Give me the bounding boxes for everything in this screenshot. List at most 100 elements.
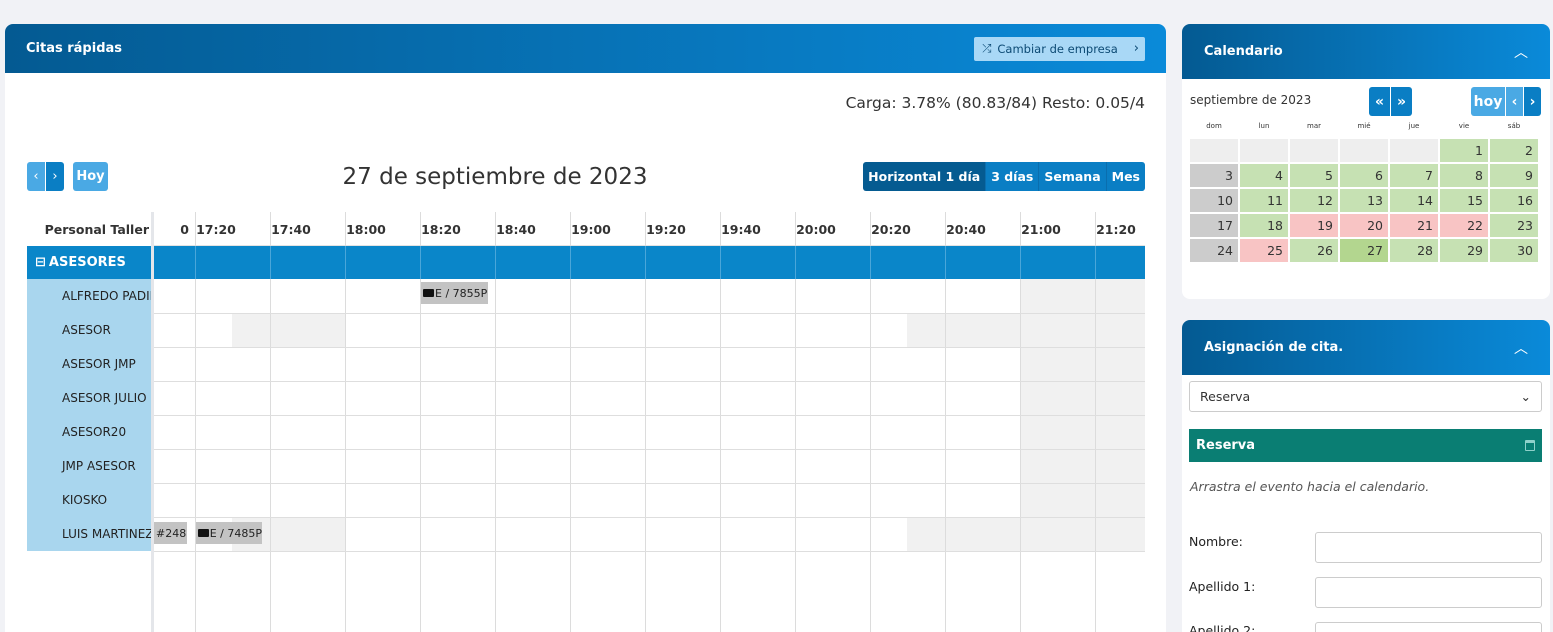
next-month-button[interactable]: ›: [1524, 87, 1541, 116]
grid-line: [495, 246, 496, 279]
row-line: [154, 313, 1145, 314]
calendar-day[interactable]: 4: [1239, 163, 1289, 188]
grid-line: [345, 246, 346, 279]
timeline-grid: Personal Taller ⊟ ASESORES ALFREDO PADIL…: [27, 212, 1145, 632]
calendar-day[interactable]: 17: [1189, 213, 1239, 238]
calendar-day[interactable]: 19: [1289, 213, 1339, 238]
calendar-day[interactable]: 10: [1189, 188, 1239, 213]
time-tick: 18:20: [421, 221, 461, 237]
chevron-up-icon[interactable]: ︿: [1514, 338, 1528, 358]
weekday: lun: [1258, 122, 1270, 130]
weekday-header: dom lun mar mié jue vie sáb: [1189, 122, 1539, 130]
calendar-day[interactable]: 13: [1339, 188, 1389, 213]
scheduler-title: Citas rápidas: [26, 41, 123, 56]
view-horizontal-day[interactable]: Horizontal 1 día: [863, 162, 986, 191]
view-3-days[interactable]: 3 días: [985, 162, 1039, 191]
resource-row: ASESOR JULIO: [27, 381, 151, 415]
row-line: [154, 415, 1145, 416]
calendar-day[interactable]: 7: [1389, 163, 1439, 188]
grid-line: [795, 246, 796, 279]
grid-line: [195, 246, 196, 279]
weekday: mié: [1357, 122, 1371, 130]
weekday: vie: [1458, 122, 1470, 130]
calendar-day[interactable]: 25: [1239, 238, 1289, 263]
grid-line: [420, 246, 421, 279]
calendar-day-empty: [1189, 138, 1239, 163]
resource-row: KIOSKO: [27, 483, 151, 517]
calendar-day[interactable]: 11: [1239, 188, 1289, 213]
calendar-day[interactable]: 6: [1339, 163, 1389, 188]
row-line: [154, 347, 1145, 348]
appointment-event[interactable]: E / 7485P: [196, 522, 262, 544]
collapse-icon[interactable]: ⊟: [35, 255, 46, 270]
calendar-day[interactable]: 23: [1489, 213, 1539, 238]
calendar-day[interactable]: 14: [1389, 188, 1439, 213]
draggable-reservation-event[interactable]: Reserva: [1189, 429, 1542, 462]
time-tick: 17:40: [271, 221, 311, 237]
prev-year-button[interactable]: «: [1369, 87, 1390, 116]
calendar-day[interactable]: 30: [1489, 238, 1539, 263]
calendar-day-today[interactable]: 27: [1339, 238, 1389, 263]
calendar-day[interactable]: 8: [1439, 163, 1489, 188]
calendar-day[interactable]: 15: [1439, 188, 1489, 213]
appointment-event[interactable]: #2485: [154, 522, 187, 544]
appointment-event[interactable]: E / 7855P: [421, 282, 488, 304]
calendar-day-empty: [1239, 138, 1289, 163]
last-name-2-input[interactable]: [1315, 622, 1542, 632]
next-year-button[interactable]: »: [1391, 87, 1412, 116]
grid-line: [1020, 246, 1021, 279]
calendar-day-empty: [1389, 138, 1439, 163]
weekday: dom: [1206, 122, 1222, 130]
calendar-toolbar: septiembre de 2023 « » hoy ‹ ›: [1182, 87, 1550, 119]
event-label: E / 7855P: [435, 286, 488, 300]
event-label: #2485: [156, 526, 187, 540]
calendar-day[interactable]: 3: [1189, 163, 1239, 188]
calendar-day[interactable]: 24: [1189, 238, 1239, 263]
calendar-day[interactable]: 2: [1489, 138, 1539, 163]
event-type-select[interactable]: Reserva ⌄: [1189, 381, 1542, 412]
prev-month-button[interactable]: ‹: [1506, 87, 1523, 116]
time-tick: 20:20: [871, 221, 911, 237]
calendar-day[interactable]: 5: [1289, 163, 1339, 188]
shuffle-icon: ⤮: [982, 41, 992, 55]
grid-line: [870, 246, 871, 279]
mini-calendar-panel: Calendario ︿ septiembre de 2023 « » hoy …: [1182, 24, 1550, 299]
view-week[interactable]: Semana: [1038, 162, 1106, 191]
group-row-asesores[interactable]: ⊟ ASESORES: [27, 246, 151, 279]
calendar-day[interactable]: 1: [1439, 138, 1489, 163]
timeline-area[interactable]: 0 17:20 17:40 18:00 18:20 18:40 19:00 19…: [154, 212, 1145, 632]
time-tick: 18:00: [346, 221, 386, 237]
calendar-day[interactable]: 21: [1389, 213, 1439, 238]
chevron-right-icon: ›: [1133, 41, 1139, 56]
time-tick: 19:20: [646, 221, 686, 237]
switch-company-button[interactable]: ⤮ Cambiar de empresa ›: [974, 36, 1145, 61]
load-summary: Carga: 3.78% (80.83/84) Resto: 0.05/4: [845, 94, 1145, 112]
calendar-day[interactable]: 29: [1439, 238, 1489, 263]
chevron-up-icon[interactable]: ︿: [1514, 42, 1528, 62]
year-nav: « »: [1369, 87, 1412, 116]
resource-row: JMP ASESOR: [27, 449, 151, 483]
calendar-today-button[interactable]: hoy: [1471, 87, 1505, 116]
calendar-day[interactable]: 28: [1389, 238, 1439, 263]
first-name-input[interactable]: [1315, 532, 1542, 563]
row-line: [154, 551, 1145, 552]
calendar-day[interactable]: 16: [1489, 188, 1539, 213]
calendar-day[interactable]: 26: [1289, 238, 1339, 263]
id-card-icon: [198, 529, 209, 537]
group-band: [154, 246, 1145, 279]
calendar-day[interactable]: 9: [1489, 163, 1539, 188]
last-name-1-input[interactable]: [1315, 577, 1542, 608]
group-label: ASESORES: [48, 255, 126, 270]
id-card-icon: [423, 289, 434, 297]
calendar-title: Calendario: [1204, 44, 1283, 59]
view-month[interactable]: Mes: [1105, 162, 1145, 191]
view-switcher: Horizontal 1 día 3 días Semana Mes: [863, 162, 1145, 191]
weekday: jue: [1408, 122, 1420, 130]
calendar-day[interactable]: 22: [1439, 213, 1489, 238]
grid-line: [945, 246, 946, 279]
calendar-day[interactable]: 12: [1289, 188, 1339, 213]
select-value: Reserva: [1200, 389, 1251, 404]
calendar-day[interactable]: 20: [1339, 213, 1389, 238]
date-title: 27 de septiembre de 2023: [342, 164, 648, 190]
calendar-day[interactable]: 18: [1239, 213, 1289, 238]
